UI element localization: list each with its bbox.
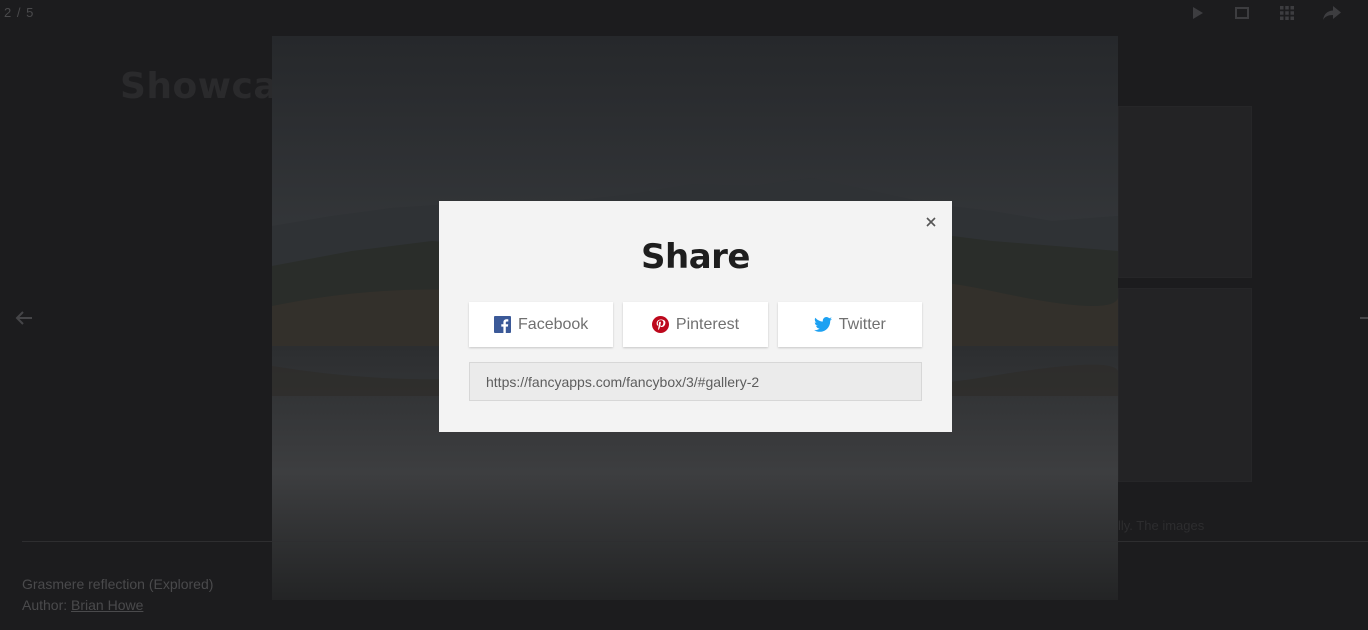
facebook-icon [494,316,512,333]
background-thumbnail [1118,106,1252,278]
author-link[interactable]: Brian Howe [71,597,143,613]
viewer-toolbar [1174,0,1354,26]
slide-counter: 2 / 5 [4,5,35,20]
share-title: Share [641,237,750,277]
photo-caption: Grasmere reflection (Explored) Author: B… [22,574,213,616]
facebook-label: Facebook [518,315,589,333]
share-modal: Share Facebook Pinterest Twitter [439,201,952,432]
next-slide-button[interactable] [1346,296,1368,340]
close-icon [926,217,936,227]
pinterest-icon [651,316,669,333]
arrow-right-icon [1360,317,1368,319]
twitter-icon [813,317,832,332]
twitter-label: Twitter [838,315,886,333]
fullscreen-icon[interactable] [1219,0,1264,26]
close-button[interactable] [922,213,940,231]
grid-icon[interactable] [1264,0,1309,26]
share-icon[interactable] [1309,0,1354,26]
pinterest-share-button[interactable]: Pinterest [623,302,768,347]
arrow-left-icon [15,311,32,325]
share-buttons: Facebook Pinterest Twitter [469,302,922,347]
twitter-share-button[interactable]: Twitter [777,302,922,347]
caption-divider [22,541,1368,542]
caption-title: Grasmere reflection (Explored) [22,576,214,592]
pinterest-label: Pinterest [675,315,740,333]
previous-slide-button[interactable] [2,296,46,340]
facebook-share-button[interactable]: Facebook [469,302,614,347]
share-url-input[interactable] [469,362,922,401]
play-icon[interactable] [1174,0,1219,26]
author-prefix: Author: [22,597,72,613]
background-text: lly. The images [1118,518,1205,533]
caption-author: Author: Brian Howe [22,595,213,616]
background-thumbnail [1118,288,1252,482]
